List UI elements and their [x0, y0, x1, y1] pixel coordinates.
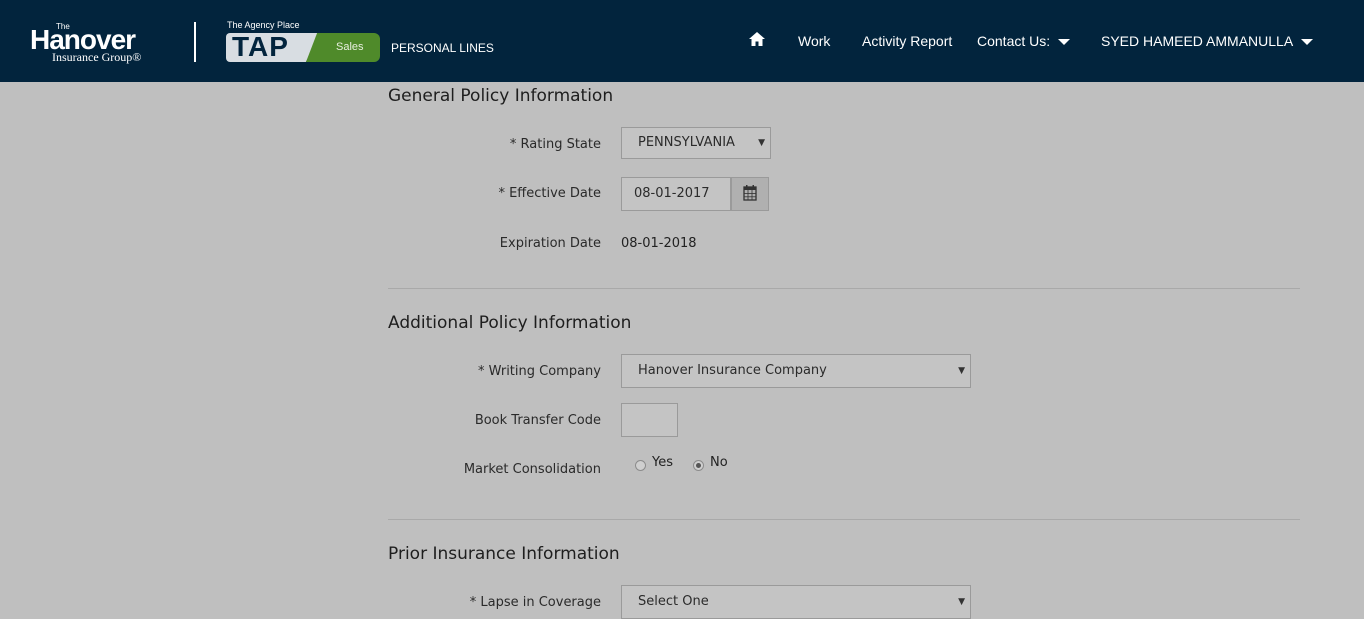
- market-consolidation-yes-label[interactable]: Yes: [652, 455, 673, 470]
- calendar-icon: [743, 185, 757, 201]
- chevron-down-icon: [1301, 39, 1314, 46]
- lapse-in-coverage-label: * Lapse in Coverage: [469, 595, 601, 610]
- writing-company-select[interactable]: Hanover Insurance Company ▼: [621, 354, 971, 388]
- market-consolidation-no-label[interactable]: No: [710, 455, 728, 470]
- effective-date-label: * Effective Date: [498, 186, 601, 201]
- section-divider: [388, 288, 1300, 289]
- dropdown-arrow-icon: ▼: [758, 138, 765, 148]
- effective-date-input[interactable]: 08-01-2017: [621, 177, 731, 211]
- lapse-in-coverage-value: Select One: [638, 594, 709, 609]
- market-consolidation-no-radio[interactable]: [693, 460, 704, 471]
- prior-insurance-title: Prior Insurance Information: [388, 544, 620, 564]
- tap-logo-text: TAP: [232, 31, 289, 62]
- user-menu-dropdown[interactable]: SYED HAMEED AMMANULLA: [1101, 33, 1314, 49]
- dropdown-arrow-icon: ▼: [958, 597, 965, 607]
- home-icon[interactable]: [748, 31, 766, 47]
- expiration-date-label: Expiration Date: [499, 236, 601, 251]
- additional-policy-title: Additional Policy Information: [388, 313, 632, 333]
- chevron-down-icon: [1058, 39, 1071, 46]
- writing-company-label: * Writing Company: [477, 364, 601, 379]
- contact-us-label: Contact Us:: [977, 33, 1051, 49]
- rating-state-value: PENNSYLVANIA: [638, 135, 735, 150]
- rating-state-select[interactable]: PENNSYLVANIA ▼: [621, 127, 771, 159]
- market-consolidation-label: Market Consolidation: [463, 462, 601, 477]
- writing-company-value: Hanover Insurance Company: [638, 363, 827, 378]
- tap-tagline: The Agency Place: [227, 20, 300, 30]
- general-policy-title: General Policy Information: [388, 86, 614, 106]
- market-consolidation-yes-radio[interactable]: [635, 460, 646, 471]
- calendar-button[interactable]: [731, 177, 769, 211]
- user-name-label: SYED HAMEED AMMANULLA: [1101, 33, 1294, 49]
- book-transfer-code-input[interactable]: [621, 403, 678, 437]
- rating-state-label: * Rating State: [509, 137, 601, 152]
- logo-sub-text: Insurance Group®: [52, 50, 142, 64]
- effective-date-value: 08-01-2017: [634, 186, 710, 201]
- logo-divider: [194, 22, 196, 62]
- nav-contact-us-dropdown[interactable]: Contact Us:: [977, 33, 1071, 49]
- expiration-date-value: 08-01-2018: [621, 236, 697, 251]
- nav-work-link[interactable]: Work: [798, 33, 830, 49]
- product-line-label: PERSONAL LINES: [391, 41, 494, 55]
- section-divider: [388, 519, 1300, 520]
- book-transfer-code-label: Book Transfer Code: [474, 413, 601, 428]
- nav-activity-report-link[interactable]: Activity Report: [862, 33, 952, 49]
- top-navigation-bar: The Hanover Insurance Group® The Agency …: [0, 0, 1364, 82]
- dropdown-arrow-icon: ▼: [958, 366, 965, 376]
- lapse-in-coverage-select[interactable]: Select One ▼: [621, 585, 971, 619]
- tap-sales-label: Sales: [336, 41, 364, 53]
